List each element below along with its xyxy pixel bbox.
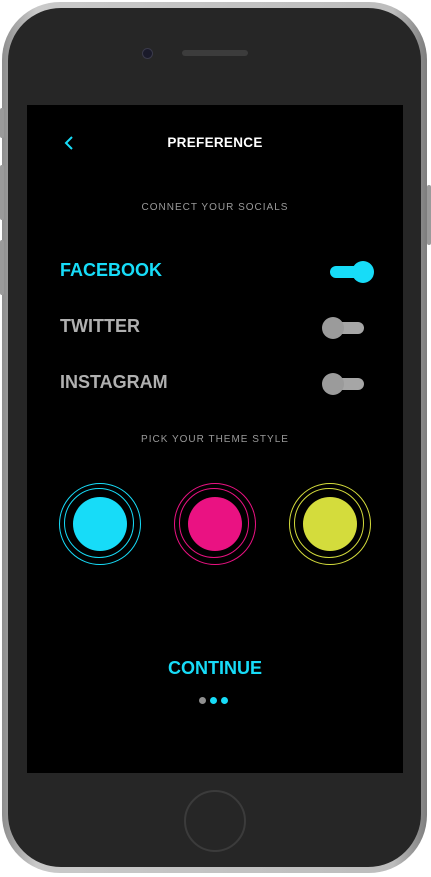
theme-swatch-yellow[interactable]: [289, 483, 371, 565]
swatch-fill: [188, 497, 242, 551]
social-row-instagram: INSTAGRAM: [60, 369, 372, 397]
front-camera: [142, 48, 153, 59]
home-button[interactable]: [184, 790, 246, 852]
facebook-toggle[interactable]: [324, 261, 374, 283]
toggle-knob: [322, 373, 344, 395]
social-name-facebook: FACEBOOK: [60, 260, 163, 280]
volume-down-button: [0, 240, 4, 295]
theme-swatch-cyan[interactable]: [59, 483, 141, 565]
pagination-dot: [210, 697, 217, 704]
swatch-fill: [303, 497, 357, 551]
toggle-knob: [322, 317, 344, 339]
pagination-dot: [221, 697, 228, 704]
social-name-twitter: TWITTER: [60, 316, 140, 336]
theme-swatch-magenta[interactable]: [174, 483, 256, 565]
social-row-facebook: FACEBOOK: [60, 257, 374, 285]
twitter-toggle[interactable]: [322, 317, 372, 339]
social-name-instagram: INSTAGRAM: [60, 372, 168, 392]
mute-switch: [0, 108, 4, 138]
socials-section-label: CONNECT YOUR SOCIALS: [141, 202, 289, 213]
earpiece-speaker: [182, 50, 248, 56]
instagram-toggle[interactable]: [322, 373, 372, 395]
power-button: [427, 185, 431, 245]
page-title: PREFERENCE: [167, 135, 263, 150]
theme-section-label: PICK YOUR THEME STYLE: [141, 434, 289, 445]
app-screen: PREFERENCE CONNECT YOUR SOCIALS FACEBOOK…: [27, 105, 403, 773]
swatch-fill: [73, 497, 127, 551]
pagination-dot: [199, 697, 206, 704]
pagination-dots: [199, 697, 228, 704]
continue-button[interactable]: CONTINUE: [27, 658, 403, 679]
volume-up-button: [0, 165, 4, 220]
social-row-twitter: TWITTER: [60, 313, 372, 341]
toggle-knob: [352, 261, 374, 283]
